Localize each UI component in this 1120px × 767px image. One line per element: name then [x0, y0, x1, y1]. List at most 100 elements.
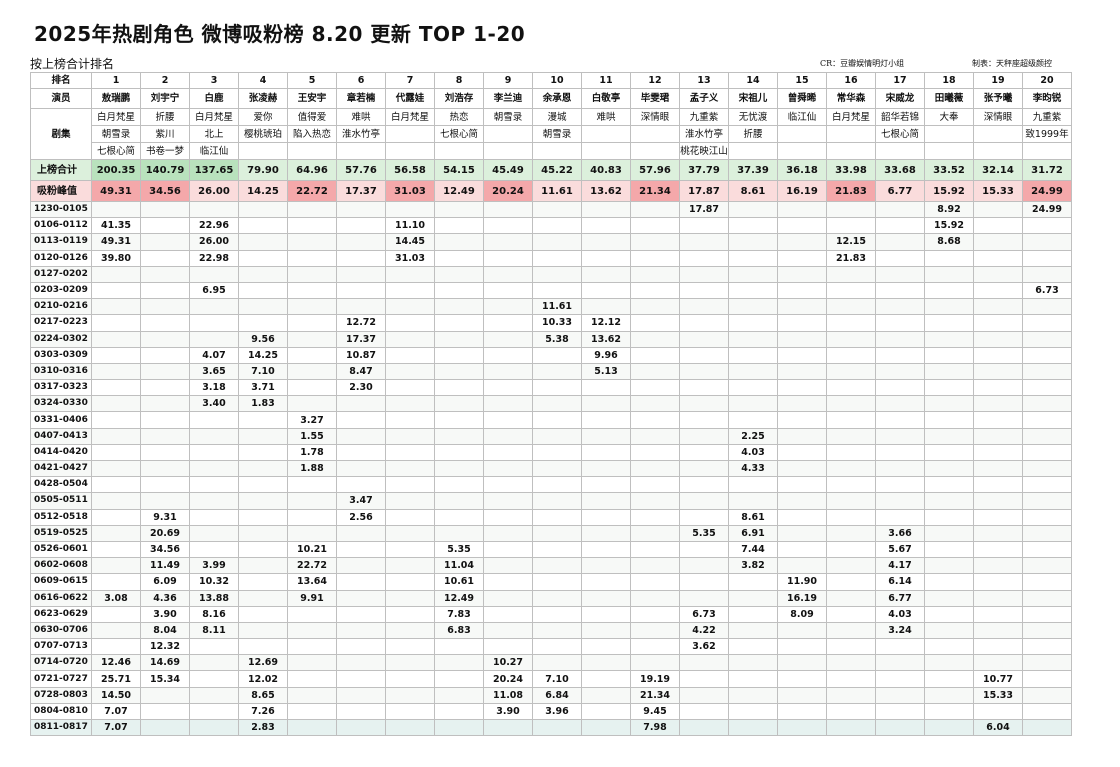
- week-value-cell: [1022, 476, 1072, 494]
- week-value-cell: [336, 249, 386, 267]
- week-value-cell: [434, 379, 484, 397]
- week-value-cell: [973, 281, 1023, 300]
- week-value-cell: [924, 557, 974, 575]
- week-value-cell: 7.83: [434, 605, 484, 623]
- week-value-cell: [385, 492, 435, 510]
- week-value-cell: [679, 330, 729, 348]
- week-value-cell: 21.34: [630, 686, 680, 704]
- week-value-cell: [875, 298, 925, 316]
- peak-cell: 8.61: [728, 180, 778, 202]
- week-value-cell: [189, 702, 239, 721]
- drama-cell: 大奉: [924, 108, 974, 126]
- actor-cell: 李兰迪: [483, 88, 533, 109]
- week-value-cell: [238, 476, 288, 494]
- week-value-cell: [630, 346, 680, 364]
- drama-row: 七根心简 书卷一梦 临江仙 桃花映江山: [31, 142, 1072, 160]
- week-value-cell: [238, 443, 288, 462]
- week-value-cell: [483, 346, 533, 364]
- week-value-cell: [777, 524, 827, 542]
- week-value-cell: [630, 557, 680, 575]
- week-value-cell: 8.61: [728, 508, 778, 526]
- week-value-cell: [1022, 459, 1072, 478]
- peak-cell: 26.00: [189, 180, 239, 202]
- week-value-cell: [336, 524, 386, 542]
- week-value-cell: [875, 362, 925, 381]
- week-value-cell: [924, 654, 974, 672]
- week-value-cell: [434, 298, 484, 316]
- drama-cell: [924, 125, 974, 143]
- week-value-cell: [238, 427, 288, 445]
- week-value-cell: [434, 346, 484, 364]
- week-value-cell: [189, 670, 239, 688]
- peak-cell: 11.61: [532, 180, 582, 202]
- week-value-cell: [581, 379, 631, 397]
- drama-cell: [287, 142, 337, 160]
- week-value-cell: [483, 217, 533, 235]
- week-value-cell: [630, 589, 680, 607]
- week-value-cell: 24.99: [1022, 200, 1072, 219]
- week-value-cell: [140, 281, 190, 300]
- week-row: 0224-0302 9.56 17.37 5.38 13.62: [30, 330, 1072, 348]
- drama-cell: [826, 142, 876, 160]
- week-value-cell: [777, 621, 827, 640]
- peak-row: 吸粉峰值 49.31 34.56 26.00 14.25 22.72 17.37 31.03 1…: [30, 180, 1072, 202]
- week-value-cell: [679, 670, 729, 688]
- week-value-cell: [826, 670, 876, 688]
- week-value-cell: [287, 217, 337, 235]
- week-value-cell: [532, 508, 582, 526]
- week-value-cell: [483, 605, 533, 623]
- week-value-cell: [581, 670, 631, 688]
- week-value-cell: [189, 638, 239, 656]
- week-value-cell: [973, 524, 1023, 542]
- week-value-cell: [287, 621, 337, 640]
- rank-row: 排名 1 2 3 4 5 6 7 8 9 10 11 12 13 14 15 16 17 18 19 20: [30, 72, 1072, 89]
- peak-header: 吸粉峰值: [30, 180, 92, 202]
- rank-cell: 19: [973, 72, 1023, 89]
- week-value-cell: [630, 395, 680, 413]
- week-value-cell: 10.87: [336, 346, 386, 364]
- week-value-cell: [532, 573, 582, 591]
- week-value-cell: [91, 395, 141, 413]
- total-cell: 37.39: [728, 159, 778, 181]
- week-value-cell: [385, 621, 435, 640]
- week-value-cell: 15.34: [140, 670, 190, 688]
- week-value-cell: [1022, 524, 1072, 542]
- week-value-cell: [91, 200, 141, 219]
- drama-cell: [581, 142, 631, 160]
- week-value-cell: 6.84: [532, 686, 582, 704]
- week-value-cell: [777, 508, 827, 526]
- actor-cell: 白鹿: [189, 88, 239, 109]
- week-value-cell: [287, 249, 337, 267]
- rank-cell: 18: [924, 72, 974, 89]
- actor-cell: 张凌赫: [238, 88, 288, 109]
- actor-cell: 刘浩存: [434, 88, 484, 109]
- week-value-cell: [924, 605, 974, 623]
- drama-cell: [238, 142, 288, 160]
- week-value-cell: [91, 330, 141, 348]
- week-value-cell: [434, 670, 484, 688]
- total-cell: 137.65: [189, 159, 239, 181]
- week-value-cell: [630, 540, 680, 559]
- week-value-cell: 3.08: [91, 589, 141, 607]
- week-value-cell: [826, 395, 876, 413]
- week-value-cell: [924, 476, 974, 494]
- week-value-cell: [679, 718, 729, 737]
- week-value-cell: 6.91: [728, 524, 778, 542]
- week-value-cell: [91, 492, 141, 510]
- week-value-cell: [91, 540, 141, 559]
- week-value-cell: 13.64: [287, 573, 337, 591]
- week-value-cell: [777, 314, 827, 332]
- drama-cell: 难哄: [581, 108, 631, 126]
- week-value-cell: [875, 314, 925, 332]
- week-value-cell: [826, 265, 876, 283]
- week-row: 0421-0427 1.88 4.33: [30, 459, 1072, 478]
- week-value-cell: 9.31: [140, 508, 190, 526]
- week-value-cell: [973, 330, 1023, 348]
- week-value-cell: [434, 492, 484, 510]
- week-value-cell: [875, 200, 925, 219]
- week-value-cell: [630, 217, 680, 235]
- week-value-cell: [336, 621, 386, 640]
- drama-cell: 热恋: [434, 108, 484, 126]
- week-value-cell: [924, 330, 974, 348]
- week-value-cell: [1022, 670, 1072, 688]
